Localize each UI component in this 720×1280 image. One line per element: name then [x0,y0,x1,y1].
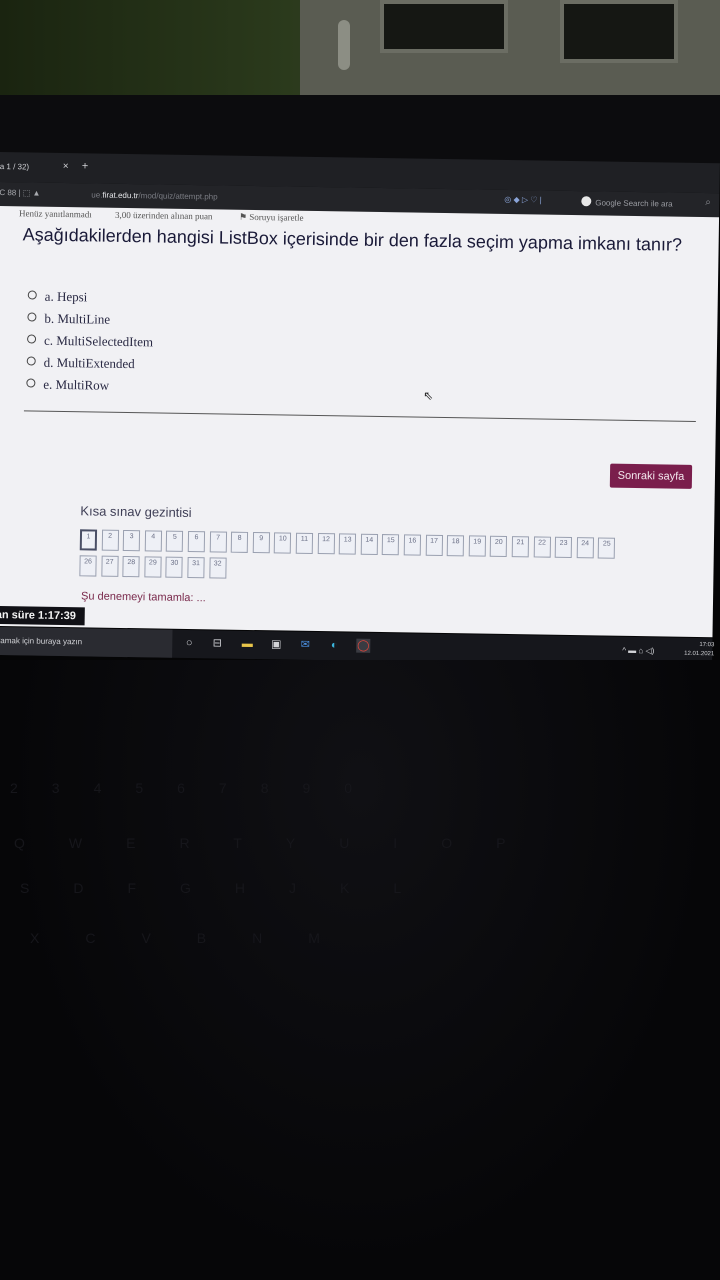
quiz-navigation-title: Kısa sınav gezintisi [80,503,192,521]
laptop-keyboard: 234567890 QWERTYUIOP SDFGHJKL XCVBNM [0,660,720,1280]
search-box[interactable]: Google Search ile ara [595,198,673,208]
laptop-screen: a 1 / 32) × + C 88 | ⬚ ▲ ue.firat.edu.tr… [0,152,720,668]
question-nav-button[interactable]: 31 [187,556,205,579]
option-label: b. MultiLine [44,310,111,327]
keyboard-key-row: XCVBNM [30,930,366,946]
question-nav-button[interactable]: 1 [79,529,98,551]
question-nav-button[interactable]: 9 [252,532,270,554]
addon-icons[interactable]: ◎ ◆ ▷ ♡ | [504,195,542,205]
task-view-icon[interactable]: ⊟ [210,636,224,650]
question-nav-button[interactable]: 24 [576,537,594,559]
quiz-page: Henüz yanıtlanmadı 3,00 üzerinden alınan… [0,205,720,638]
question-nav-button[interactable]: 29 [144,556,162,578]
question-nav-button[interactable]: 19 [468,535,486,557]
url-prefix: ue. [91,190,103,200]
keyboard-key-row: 234567890 [10,780,387,796]
option-label: d. MultiExtended [43,354,135,372]
radio-button[interactable] [27,290,37,300]
question-nav-button[interactable]: 2 [101,529,119,551]
question-nav-button[interactable]: 11 [295,532,314,554]
question-nav-button[interactable]: 8 [230,531,249,553]
question-nav-button[interactable]: 20 [490,535,508,558]
answer-option[interactable]: d. MultiExtended [26,354,135,372]
question-nav-button[interactable]: 22 [533,536,551,558]
option-label: a. Hepsi [44,288,88,305]
answer-status: Henüz yanıtlanmadı [18,208,92,220]
search-icon[interactable]: ⌕ [705,197,711,208]
question-nav-button[interactable]: 28 [122,555,140,578]
question-nav-button[interactable]: 4 [144,530,162,552]
timer-label: ian süre [0,608,36,622]
flag-icon: ⚑ [238,211,250,222]
question-nav-button[interactable]: 26 [79,555,97,577]
question-nav-button[interactable]: 21 [511,536,530,558]
keyboard-key-row: SDFGHJKL [20,880,446,896]
mail-icon[interactable]: ✉ [298,638,312,652]
door-pane [560,0,678,63]
question-nav-button[interactable]: 25 [598,537,616,559]
question-nav-button[interactable]: 23 [554,536,573,559]
taskbar-search[interactable]: Aramak için buraya yazın [0,626,173,658]
url-field[interactable]: ue.firat.edu.tr/mod/quiz/attempt.php [91,190,217,201]
mouse-cursor-icon: ⇖ [423,388,434,403]
question-nav-button[interactable]: 10 [274,532,292,554]
question-text: Aşağıdakilerden hangisi ListBox içerisin… [22,224,683,255]
cortana-icon[interactable]: ○ [182,636,196,650]
answer-option[interactable]: b. MultiLine [27,310,110,327]
finish-attempt-link[interactable]: Şu denemeyi tamamla: ... [81,590,206,604]
next-page-button[interactable]: Sonraki sayfa [609,463,693,489]
door-handle [338,20,350,70]
radio-button[interactable] [26,356,36,366]
question-nav-button[interactable]: 17 [425,534,443,556]
question-nav-button[interactable]: 32 [208,557,227,579]
store-icon[interactable]: ▣ [269,637,283,651]
question-nav-button[interactable]: 30 [165,556,184,578]
answer-option[interactable]: c. MultiSelectedItem [26,332,154,350]
clock-date: 12.01.2021 [684,650,715,658]
browser-tab[interactable]: a 1 / 32) [0,162,29,171]
answer-option[interactable]: a. Hepsi [27,288,88,305]
google-icon [581,196,592,207]
question-nav-button[interactable]: 6 [187,531,206,553]
new-tab-icon[interactable]: + [82,160,89,172]
radio-button[interactable] [27,312,37,322]
timer-value: 1:17:39 [37,609,76,623]
option-label: c. MultiSelectedItem [43,332,154,350]
flag-label: Soruyu işaretle [249,211,304,223]
flag-question-link[interactable]: ⚑ Soruyu işaretle [239,212,304,224]
question-nav-button[interactable]: 16 [403,534,422,556]
system-tray-icons[interactable]: ^ ▬ ⌂ ◁) [622,646,654,656]
question-nav-button[interactable]: 18 [446,535,465,557]
door [300,0,720,100]
file-explorer-icon[interactable]: ▬ [240,637,254,651]
nav-icons[interactable]: C 88 | ⬚ ▲ [0,188,41,198]
room-background [0,0,720,110]
close-tab-icon[interactable]: × [63,161,69,172]
question-nav-button[interactable]: 27 [100,555,119,577]
clock[interactable]: 17:03 12.01.2021 [684,641,714,659]
question-nav-button[interactable]: 12 [317,533,335,555]
opera-icon[interactable]: ◯ [356,638,371,653]
door-pane [380,0,508,53]
radio-button[interactable] [26,378,36,388]
edge-icon[interactable]: ◐ [327,638,341,652]
question-nav-button[interactable]: 7 [209,531,227,553]
keyboard-key-row: QWERTYUIOP [14,835,550,851]
url-path: /mod/quiz/attempt.php [138,191,218,202]
option-label: e. MultiRow [43,376,110,393]
url-domain: firat.edu.tr [102,190,139,201]
quiz-timer: ian süre 1:17:39 [0,605,85,626]
question-nav-button[interactable]: 14 [360,533,378,555]
clock-time: 17:03 [699,642,715,649]
divider [23,410,696,422]
question-nav-button[interactable]: 3 [122,529,141,552]
question-nav-button[interactable]: 15 [382,534,400,556]
question-nav-button[interactable]: 5 [166,530,184,552]
question-nav-button[interactable]: 13 [338,533,357,555]
answer-option[interactable]: e. MultiRow [26,376,109,393]
question-points: 3,00 üzerinden alınan puan [114,209,213,222]
radio-button[interactable] [26,334,37,344]
